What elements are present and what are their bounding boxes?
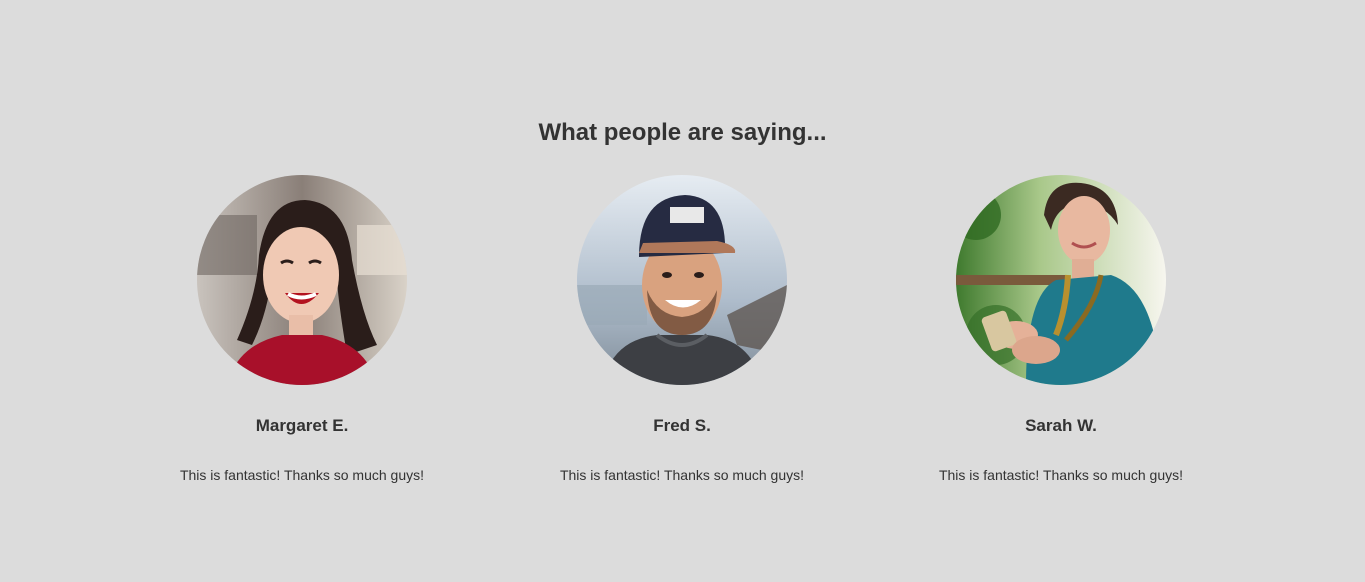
avatar — [197, 175, 407, 385]
testimonials-section: What people are saying... Margaret E. Th… — [0, 0, 1365, 582]
testimonial-card: Sarah W. This is fantastic! Thanks so mu… — [911, 175, 1211, 485]
testimonial-quote: This is fantastic! Thanks so much guys! — [179, 467, 425, 483]
testimonial-quote: This is fantastic! Thanks so much guys! — [559, 467, 805, 483]
man-in-cap-photo-icon — [577, 175, 787, 385]
section-heading: What people are saying... — [538, 119, 827, 146]
avatar — [956, 175, 1166, 385]
woman-smiling-photo-icon — [197, 175, 407, 385]
testimonial-quote: This is fantastic! Thanks so much guys! — [938, 467, 1184, 483]
testimonial-name: Sarah W. — [1025, 416, 1097, 435]
woman-with-phone-photo-icon — [956, 175, 1166, 385]
testimonial-name: Margaret E. — [255, 416, 349, 435]
avatar — [577, 175, 787, 385]
testimonial-name: Fred S. — [653, 416, 711, 435]
testimonial-card: Margaret E. This is fantastic! Thanks so… — [152, 175, 452, 485]
testimonial-card: Fred S. This is fantastic! Thanks so muc… — [532, 175, 832, 485]
